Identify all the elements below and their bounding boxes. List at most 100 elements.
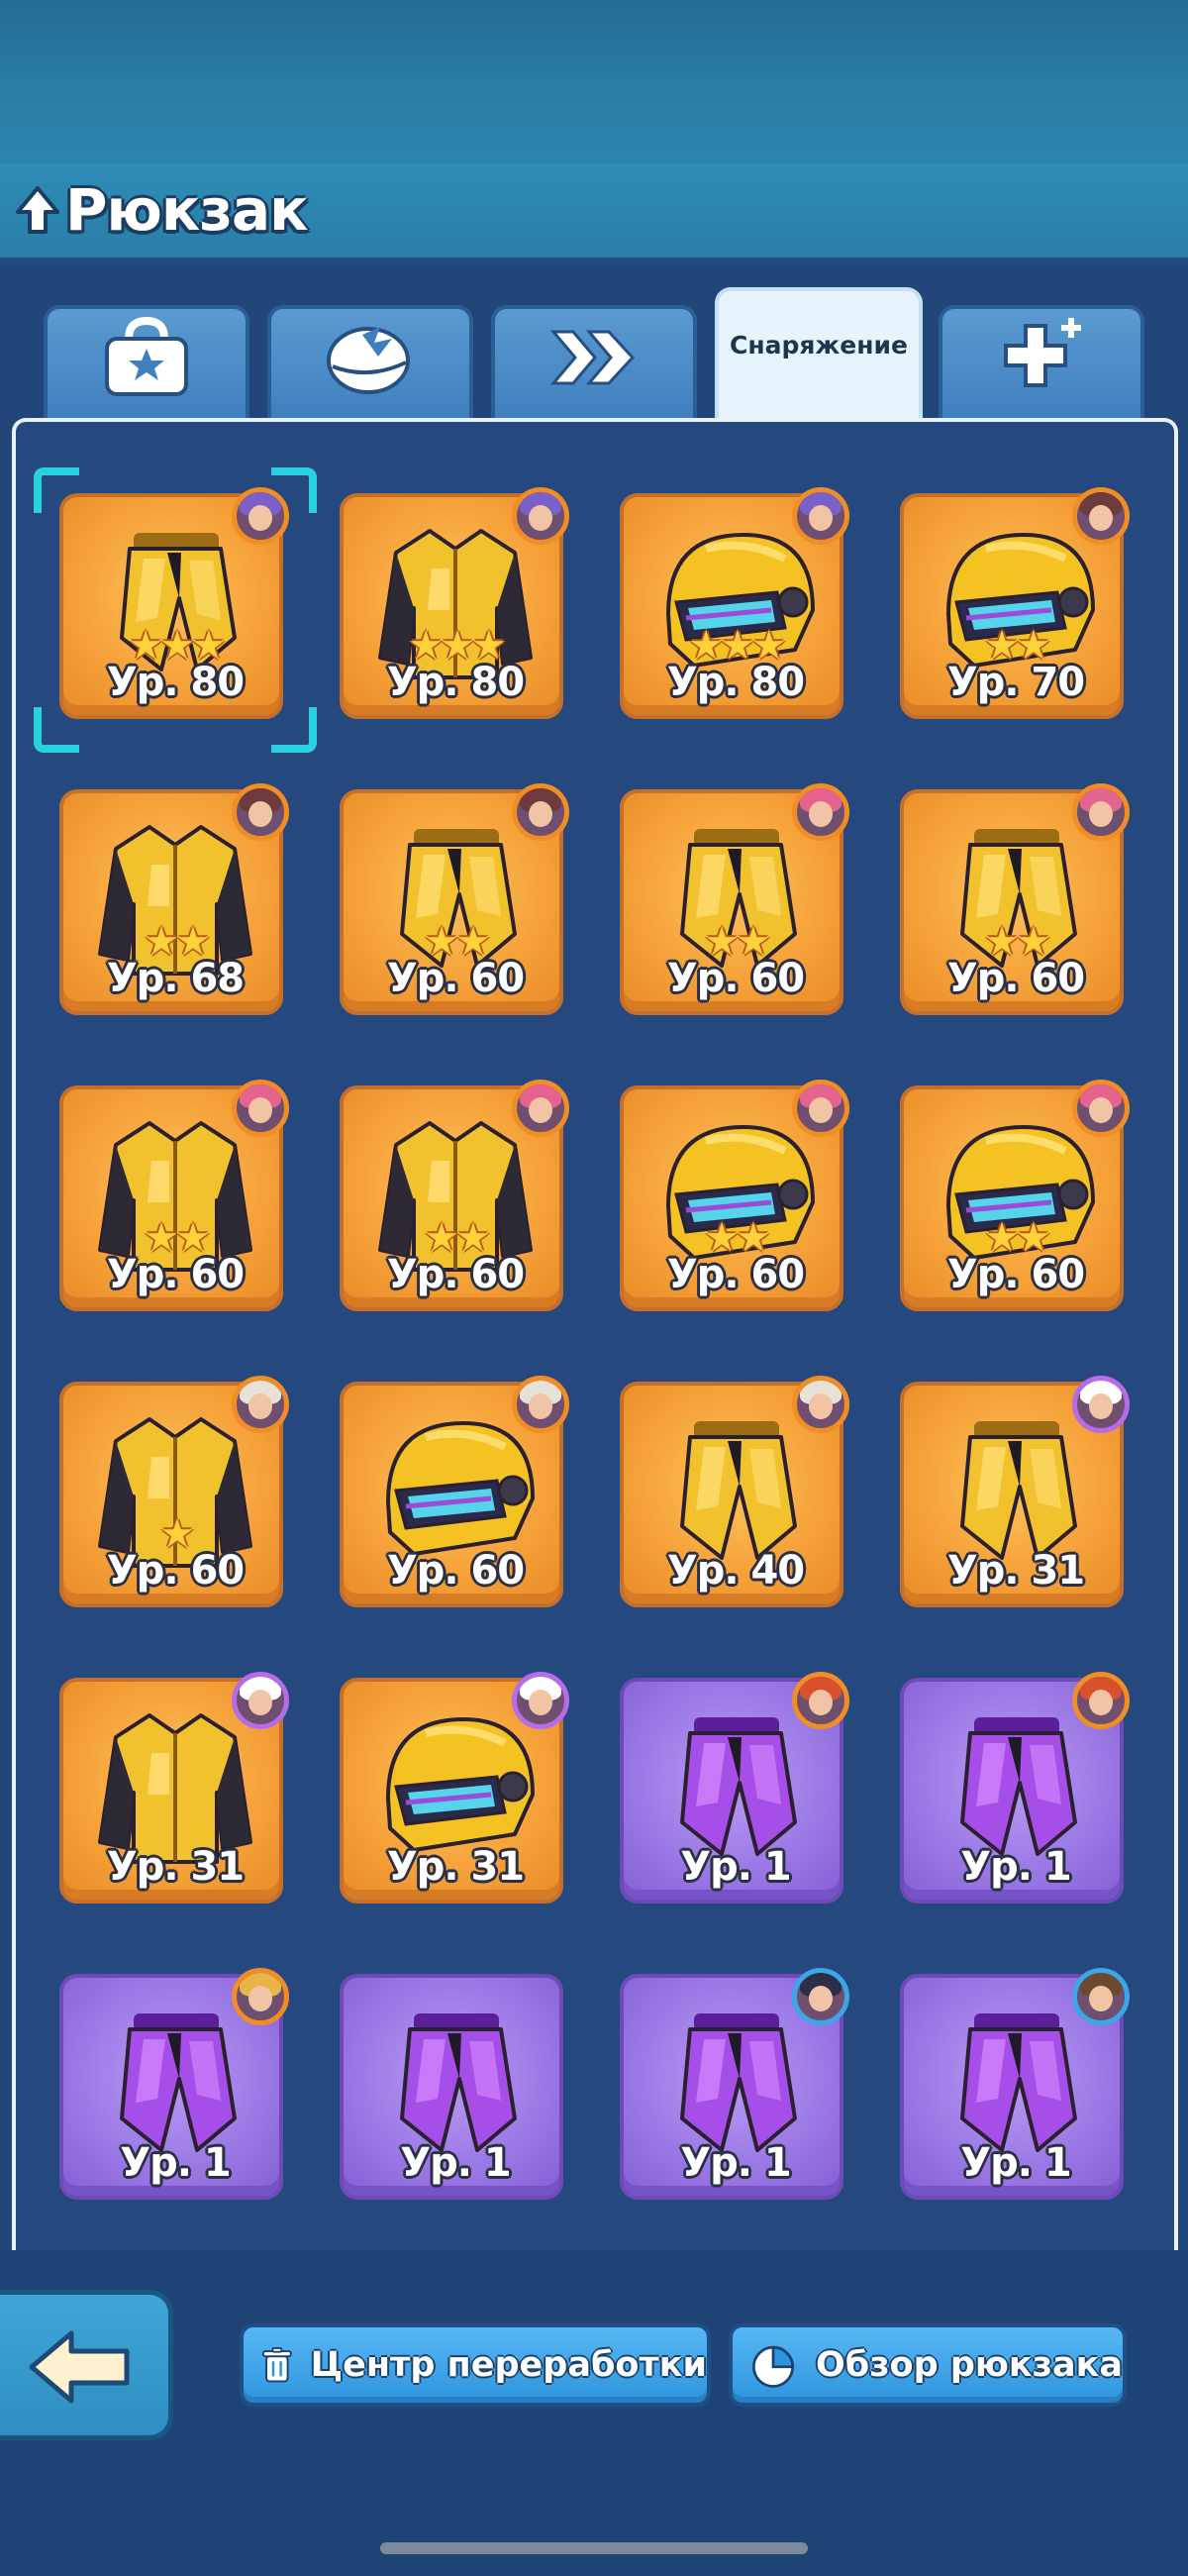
avatar-face	[529, 1393, 552, 1419]
selection-corner	[34, 467, 79, 513]
recycle-center-button[interactable]: Центр переработки	[240, 2323, 711, 2407]
hero-avatar	[232, 1376, 289, 1433]
selection-corner	[271, 467, 317, 513]
item-level: Ур. 60	[386, 1252, 525, 1297]
item-level: Ур. 60	[106, 1252, 245, 1297]
selection-corner	[271, 707, 317, 753]
item-level: Ур. 60	[386, 956, 525, 1001]
hero-avatar	[232, 1080, 289, 1137]
item-level: Ур. 1	[960, 2140, 1071, 2186]
equipment-slot[interactable]: Ур. 1	[900, 1968, 1130, 2200]
avatar-face	[248, 1690, 272, 1715]
equipment-slot[interactable]: Ур. 31	[59, 1672, 289, 1904]
avatar-face	[529, 1097, 552, 1123]
equipment-slot[interactable]: Ур. 1	[59, 1968, 289, 2200]
equipment-slot[interactable]: ★★★ Ур. 80	[620, 487, 849, 719]
equipment-slot[interactable]: ★★★ Ур. 80	[340, 487, 569, 719]
hero-avatar	[792, 1080, 849, 1137]
item-level: Ур. 60	[106, 1548, 245, 1594]
equipment-slot[interactable]: Ур. 31	[340, 1672, 569, 1904]
equipment-grid: ★★★ Ур. 80 ★★★ Ур. 80 ★★★ Ур. 80 ★★ Ур. 70	[0, 0, 1188, 2278]
hero-avatar	[512, 487, 569, 545]
avatar-face	[1089, 1393, 1113, 1419]
hero-avatar	[1072, 1968, 1130, 2025]
hero-avatar	[792, 783, 849, 841]
item-level: Ур. 31	[946, 1548, 1085, 1594]
avatar-face	[1089, 1986, 1113, 2011]
item-level: Ур. 1	[680, 1844, 791, 1890]
hero-avatar	[1072, 487, 1130, 545]
bottom-background	[0, 2250, 1188, 2576]
hero-avatar	[512, 1080, 569, 1137]
item-level: Ур. 31	[386, 1844, 525, 1890]
avatar-face	[809, 1393, 833, 1419]
pie-chart-icon	[752, 2345, 794, 2388]
recycle-center-label: Центр переработки	[310, 2345, 707, 2385]
item-level: Ур. 60	[946, 956, 1085, 1001]
equipment-slot[interactable]: Ур. 40	[620, 1376, 849, 1607]
avatar-face	[248, 801, 272, 827]
arrow-left-icon	[29, 2330, 130, 2404]
avatar-face	[248, 1393, 272, 1419]
equipment-slot[interactable]: ★★ Ур. 60	[340, 783, 569, 1015]
item-level: Ур. 1	[400, 2140, 511, 2186]
hero-avatar	[1072, 783, 1130, 841]
hero-avatar	[792, 487, 849, 545]
backpack-overview-label: Обзор рюкзака	[816, 2345, 1123, 2385]
equipment-slot[interactable]: Ур. 60	[340, 1376, 569, 1607]
equipment-slot[interactable]: ★★ Ур. 68	[59, 783, 289, 1015]
equipment-slot[interactable]: ★★ Ур. 60	[620, 1080, 849, 1311]
equipment-slot[interactable]: Ур. 31	[900, 1376, 1130, 1607]
hero-avatar	[1072, 1376, 1130, 1433]
avatar-face	[529, 505, 552, 531]
hero-avatar	[792, 1968, 849, 2025]
item-level: Ур. 60	[946, 1252, 1085, 1297]
avatar-face	[1089, 1097, 1113, 1123]
hero-avatar	[232, 1968, 289, 2025]
item-level: Ур. 40	[666, 1548, 805, 1594]
item-level: Ур. 60	[666, 1252, 805, 1297]
hero-avatar	[792, 1672, 849, 1729]
equipment-slot[interactable]: Ур. 1	[620, 1968, 849, 2200]
equipment-slot[interactable]: ★★ Ур. 60	[900, 783, 1130, 1015]
avatar-face	[529, 1690, 552, 1715]
equipment-slot[interactable]: ★ Ур. 60	[59, 1376, 289, 1607]
equipment-slot[interactable]: Ур. 1	[620, 1672, 849, 1904]
avatar-face	[248, 505, 272, 531]
equipment-slot[interactable]: Ур. 1	[900, 1672, 1130, 1904]
hero-avatar	[232, 783, 289, 841]
item-level: Ур. 31	[106, 1844, 245, 1890]
hero-avatar	[1072, 1672, 1130, 1729]
item-level: Ур. 1	[960, 1844, 1071, 1890]
equipment-slot[interactable]: ★★ Ур. 60	[59, 1080, 289, 1311]
item-level: Ур. 70	[946, 660, 1085, 705]
item-level: Ур. 68	[106, 956, 245, 1001]
equipment-slot[interactable]: ★★★ Ур. 80	[34, 467, 317, 753]
hero-avatar	[1072, 1080, 1130, 1137]
equipment-slot[interactable]: ★★ Ур. 60	[620, 783, 849, 1015]
selection-corner	[34, 707, 79, 753]
home-indicator	[380, 2542, 808, 2554]
equipment-slot[interactable]: ★★ Ур. 60	[340, 1080, 569, 1311]
item-level: Ур. 80	[386, 660, 525, 705]
backpack-overview-button[interactable]: Обзор рюкзака	[729, 2323, 1127, 2407]
hero-avatar	[512, 1672, 569, 1729]
purple-rarity-card: Ур. 1	[340, 1974, 563, 2200]
avatar-face	[809, 1690, 833, 1715]
hero-avatar	[512, 783, 569, 841]
item-level: Ур. 60	[386, 1548, 525, 1594]
back-button[interactable]	[0, 2290, 173, 2440]
avatar-face	[1089, 801, 1113, 827]
equipment-slot[interactable]: Ур. 1	[340, 1974, 563, 2200]
item-level: Ур. 80	[666, 660, 805, 705]
item-level: Ур. 60	[666, 956, 805, 1001]
avatar-face	[809, 801, 833, 827]
item-level: Ур. 80	[106, 660, 245, 705]
hero-avatar	[792, 1376, 849, 1433]
avatar-face	[529, 801, 552, 827]
item-level: Ур. 1	[680, 2140, 791, 2186]
equipment-slot[interactable]: ★★ Ур. 70	[900, 487, 1130, 719]
equipment-slot[interactable]: ★★ Ур. 60	[900, 1080, 1130, 1311]
item-level: Ур. 1	[120, 2140, 231, 2186]
avatar-face	[809, 1986, 833, 2011]
